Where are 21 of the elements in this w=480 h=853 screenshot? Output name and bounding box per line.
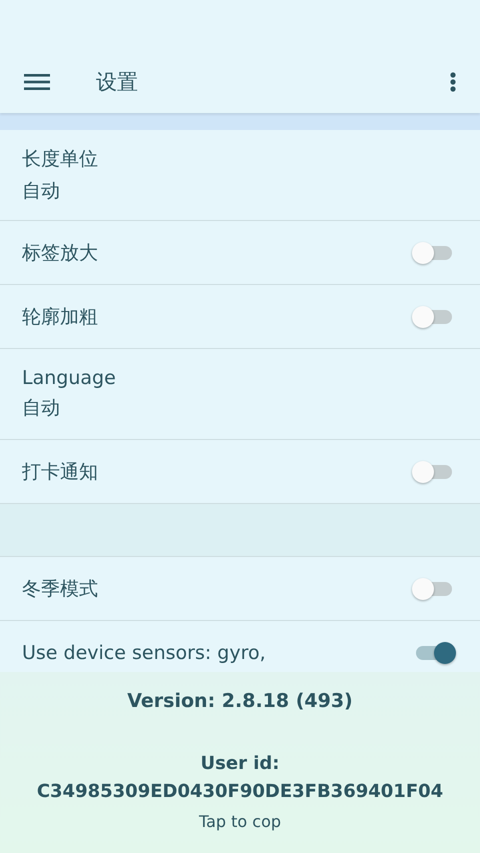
setting-row[interactable]: 标签放大: [0, 221, 480, 285]
setting-value: 自动: [22, 396, 61, 421]
setting-row[interactable]: 冬季模式: [0, 557, 480, 621]
setting-label: 标签放大: [22, 240, 98, 266]
setting-label: Use device sensors: gyro,: [22, 642, 266, 664]
page-title: 设置: [96, 68, 139, 96]
more-options-icon[interactable]: [450, 72, 456, 92]
setting-row[interactable]: Language 自动: [0, 349, 480, 440]
user-id[interactable]: C34985309ED0430F90DE3FB369401F04: [36, 778, 444, 806]
setting-label: 长度单位: [22, 147, 98, 172]
setting-row[interactable]: 长度单位 自动: [0, 130, 480, 221]
setting-label: 打卡通知: [22, 460, 98, 484]
setting-label: 轮廓加粗: [22, 304, 98, 330]
setting-row[interactable]: 轮廓加粗: [0, 285, 480, 349]
setting-label: Language: [22, 367, 116, 389]
setting-value: 自动: [22, 179, 61, 204]
version-text: Version: 2.8.18 (493): [127, 690, 353, 712]
user-id-label: User id:: [200, 752, 280, 776]
copy-hint: Tap to cop: [198, 812, 282, 831]
menu-icon[interactable]: [24, 74, 50, 90]
setting-label: 冬季模式: [22, 576, 98, 602]
